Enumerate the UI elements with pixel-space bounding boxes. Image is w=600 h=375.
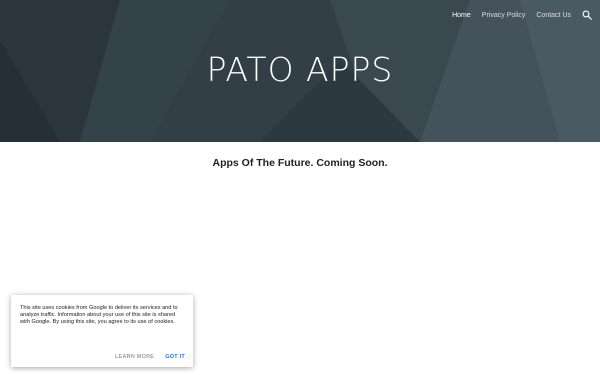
- cookie-actions: LEARN MORE GOT IT: [115, 354, 185, 360]
- header-banner: Home Privacy Policy Contact Us PATO APPS: [0, 0, 600, 142]
- learn-more-button[interactable]: LEARN MORE: [115, 354, 154, 360]
- search-icon[interactable]: [582, 10, 592, 20]
- site-title: PATO APPS: [206, 50, 394, 89]
- top-navigation: Home Privacy Policy Contact Us: [452, 8, 592, 22]
- page-tagline: Apps Of The Future. Coming Soon.: [212, 157, 388, 169]
- nav-item-privacy-policy[interactable]: Privacy Policy: [482, 12, 526, 19]
- nav-item-contact-us[interactable]: Contact Us: [536, 12, 571, 19]
- nav-item-home[interactable]: Home: [452, 12, 471, 19]
- got-it-button[interactable]: GOT IT: [165, 354, 185, 360]
- cookie-notice-text: This site uses cookies from Google to de…: [20, 305, 178, 326]
- cookie-consent-banner: This site uses cookies from Google to de…: [11, 295, 193, 367]
